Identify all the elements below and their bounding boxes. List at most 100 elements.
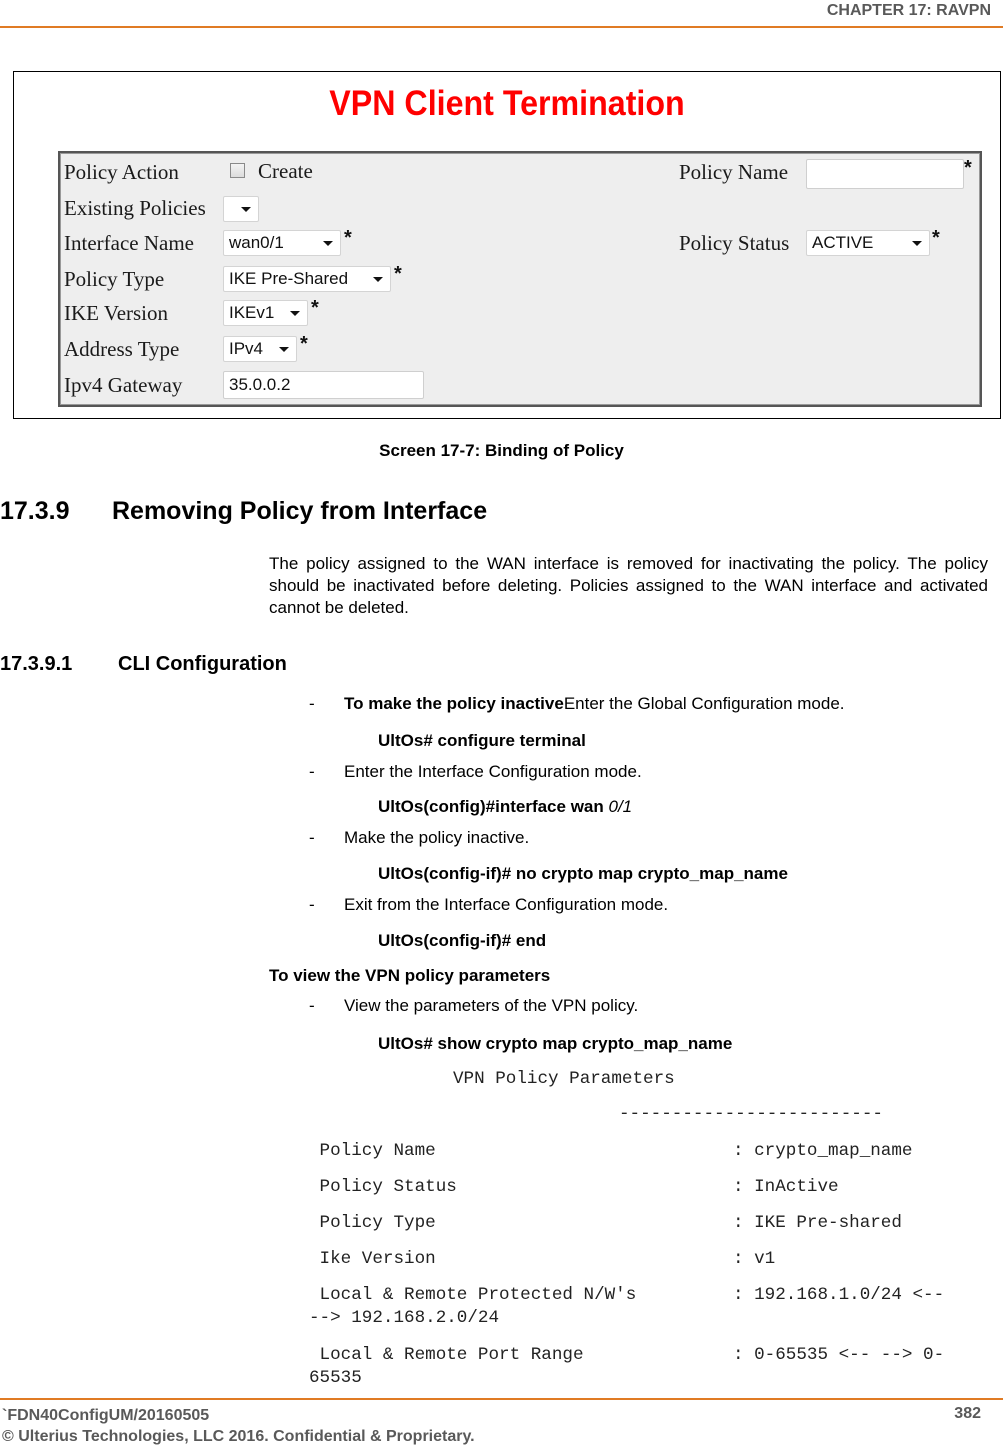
output-value: : 0-65535 <-- --> 0- [733, 1345, 945, 1365]
required-asterisk: * [300, 333, 308, 355]
policy-status-label: Policy Status [679, 230, 790, 255]
ipv4-gateway-row: Ipv4 Gateway [64, 371, 182, 399]
address-type-row: Address Type [64, 335, 179, 363]
output-key: Policy Name [309, 1141, 436, 1161]
cli-command: UltOs# configure terminal [378, 731, 586, 750]
required-asterisk: * [394, 263, 402, 285]
required-asterisk: * [964, 157, 972, 179]
section-title: Removing Policy from Interface [112, 497, 488, 525]
cli-command-text: UltOs(config)#interface wan [378, 797, 609, 816]
interface-name-row: Interface Name [64, 229, 194, 257]
output-value: : crypto_map_name [733, 1141, 913, 1161]
step-text: Make the policy inactive. [344, 828, 530, 847]
ike-version-select[interactable]: IKEv1 [223, 300, 308, 326]
chevron-down-icon [290, 311, 300, 316]
screen-title: VPN Client Termination [329, 84, 685, 123]
policy-status-value: ACTIVE [812, 233, 874, 252]
chevron-down-icon [279, 347, 289, 352]
figure-caption: Screen 17-7: Binding of Policy [379, 441, 624, 460]
document-id: `FDN40ConfigUM/20160505 [2, 1407, 210, 1424]
ipv4-gateway-input[interactable]: 35.0.0.2 [223, 371, 424, 399]
list-bullet: - [309, 895, 315, 914]
cli-command: UltOs(config)#interface wan 0/1 [378, 797, 632, 817]
output-value: : IKE Pre-shared [733, 1213, 902, 1233]
ipv4-gateway-label: Ipv4 Gateway [64, 372, 183, 397]
output-separator: ------------------------- [619, 1104, 883, 1124]
step-text: To make the policy inactiveEnter the Glo… [344, 694, 845, 714]
chevron-down-icon [241, 207, 251, 212]
page-number: 382 [954, 1405, 981, 1422]
cli-command: UltOs(config-if)# end [378, 931, 547, 950]
ike-version-value: IKEv1 [229, 303, 275, 322]
output-value: : InActive [733, 1177, 839, 1197]
footer-info: `FDN40ConfigUM/20160505 © Ulterius Techn… [2, 1405, 475, 1447]
policy-type-row: Policy Type [64, 265, 164, 293]
output-value-wrap: --> 192.168.2.0/24 [309, 1308, 500, 1328]
output-key: Ike Version [309, 1249, 436, 1269]
ipv4-gateway-value: 35.0.0.2 [229, 375, 291, 394]
cli-command: UltOs# show crypto map crypto_map_name [378, 1034, 733, 1053]
output-key: Local & Remote Port Range [309, 1345, 584, 1365]
step-text: View the parameters of the VPN policy. [344, 996, 639, 1015]
chevron-down-icon [373, 277, 383, 282]
ike-version-row: IKE Version [64, 299, 168, 327]
interface-name-value: wan0/1 [229, 233, 284, 252]
cli-command: UltOs(config-if)# no crypto map crypto_m… [378, 864, 788, 883]
existing-policies-row: Existing Policies [64, 194, 206, 222]
policy-name-row: Policy Name [679, 158, 788, 186]
policy-type-select[interactable]: IKE Pre-Shared [223, 266, 391, 292]
section-heading: 17.3.9 Removing Policy from Interface [0, 497, 487, 526]
policy-action-label: Policy Action [64, 159, 179, 184]
section-paragraph: The policy assigned to the WAN interface… [269, 554, 988, 617]
address-type-select[interactable]: IPv4 [223, 336, 297, 362]
output-key: Policy Status [309, 1177, 457, 1197]
policy-type-value: IKE Pre-Shared [229, 269, 349, 288]
address-type-label: Address Type [64, 336, 180, 361]
ike-version-label: IKE Version [64, 300, 169, 325]
step-text: Exit from the Interface Configuration mo… [344, 895, 669, 914]
list-bullet: - [309, 762, 315, 781]
address-type-value: IPv4 [229, 339, 264, 358]
required-asterisk: * [344, 227, 352, 249]
create-checkbox[interactable] [230, 163, 245, 178]
policy-type-label: Policy Type [64, 266, 165, 291]
cli-command-argument: 0/1 [608, 797, 633, 816]
section-number: 17.3.9 [0, 497, 70, 525]
create-checkbox-label: Create [258, 159, 313, 183]
chapter-header: CHAPTER 17: RAVPN [826, 2, 991, 19]
vpn-client-termination-screenshot: VPN Client Termination Policy Action Cre… [13, 71, 1001, 419]
output-value-wrap: 65535 [309, 1368, 362, 1388]
interface-name-select[interactable]: wan0/1 [223, 230, 341, 256]
step-text: Enter the Interface Configuration mode. [344, 762, 642, 781]
policy-status-select[interactable]: ACTIVE [806, 230, 930, 256]
copyright: © Ulterius Technologies, LLC 2016. Confi… [2, 1428, 475, 1445]
output-value: : v1 [733, 1249, 776, 1269]
list-bullet: - [309, 996, 315, 1015]
step-description: Enter the Global Configuration mode. [563, 694, 845, 713]
chevron-down-icon [912, 241, 922, 246]
list-bullet: - [309, 828, 315, 847]
policy-action-row: Policy Action [64, 158, 179, 186]
policy-status-row: Policy Status [679, 229, 789, 257]
subsection-title: CLI Configuration [118, 653, 287, 675]
required-asterisk: * [932, 227, 940, 249]
required-asterisk: * [311, 297, 319, 319]
policy-name-label: Policy Name [679, 159, 789, 184]
view-heading: To view the VPN policy parameters [269, 966, 551, 985]
output-key: Policy Type [309, 1213, 436, 1233]
header-rule [0, 26, 1003, 28]
existing-policies-label: Existing Policies [64, 195, 206, 220]
existing-policies-select[interactable] [223, 196, 259, 222]
output-key: Local & Remote Protected N/W's [309, 1285, 637, 1305]
list-bullet: - [309, 694, 315, 713]
vpn-policy-form: Policy Action Create Existing Policies I… [58, 151, 982, 407]
policy-name-input[interactable] [806, 159, 964, 189]
footer-rule [0, 1398, 1003, 1400]
step-bold-lead: To make the policy inactive [344, 694, 564, 713]
output-title: VPN Policy Parameters [453, 1069, 675, 1089]
subsection-number: 17.3.9.1 [0, 653, 73, 675]
output-value: : 192.168.1.0/24 <-- [733, 1285, 945, 1305]
interface-name-label: Interface Name [64, 230, 194, 255]
subsection-heading: 17.3.9.1 CLI Configuration [0, 653, 287, 676]
chevron-down-icon [323, 241, 333, 246]
